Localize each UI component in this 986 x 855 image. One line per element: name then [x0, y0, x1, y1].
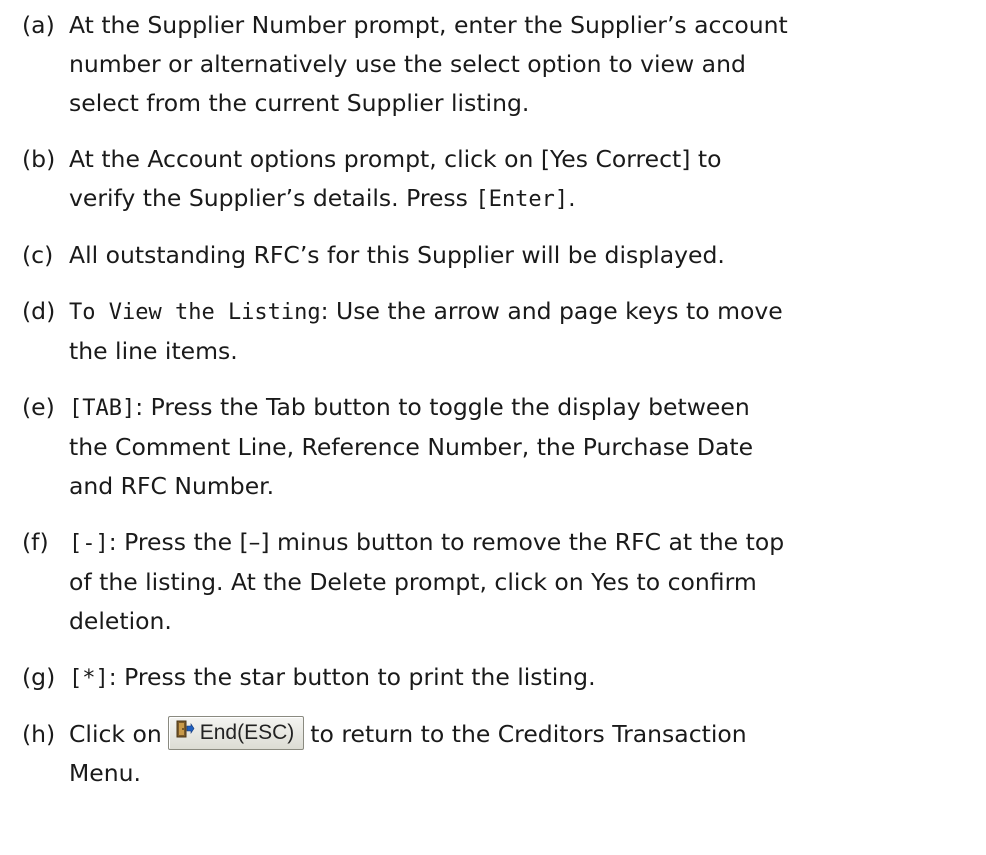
step-f-line-2: of the listing. At the Delete prompt, cl… — [69, 568, 757, 596]
step-marker: (e) — [22, 393, 55, 421]
step-a: (a) At the Supplier Number prompt, enter… — [22, 6, 982, 123]
step-f: (f) [-]: Press the [–] minus button to r… — [22, 523, 982, 641]
view-listing-label: To View the Listing — [69, 300, 321, 325]
step-b-line-2: verify the Supplier’s details. Press — [69, 184, 476, 212]
step-f-line-1: : Press the [–] minus button to remove t… — [108, 528, 785, 556]
step-c: (c) All outstanding RFC’s for this Suppl… — [22, 236, 982, 275]
step-d-line-2: the line items. — [69, 337, 238, 365]
step-a-line-2: number or alternatively use the select o… — [69, 50, 746, 78]
step-g: (g) [*]: Press the star button to print … — [22, 658, 982, 698]
step-b-line-2-end: . — [568, 184, 576, 212]
end-esc-button-label: End(ESC) — [199, 721, 295, 744]
instructions-document: (a) At the Supplier Number prompt, enter… — [22, 6, 982, 810]
step-a-line-1: At the Supplier Number prompt, enter the… — [69, 11, 788, 39]
step-marker: (f) — [22, 528, 49, 556]
step-b: (b) At the Account options prompt, click… — [22, 140, 982, 219]
step-marker: (a) — [22, 11, 55, 39]
step-e-line-1: : Press the Tab button to toggle the dis… — [135, 393, 750, 421]
step-e: (e) [TAB]: Press the Tab button to toggl… — [22, 388, 982, 506]
tab-key-label: [TAB] — [69, 396, 136, 421]
step-h: (h) Click on End(ESC) to return to the Cr… — [22, 715, 982, 793]
step-a-line-3: select from the current Supplier listing… — [69, 89, 530, 117]
end-esc-button[interactable]: End(ESC) — [167, 716, 305, 750]
step-d: (d) To View the Listing: Use the arrow a… — [22, 292, 982, 371]
exit-door-icon — [175, 718, 200, 748]
step-c-line-1: All outstanding RFC’s for this Supplier … — [69, 241, 725, 269]
step-marker: (b) — [22, 145, 56, 173]
star-key-label: [*] — [69, 666, 109, 691]
step-h-line-2: Menu. — [69, 759, 141, 787]
minus-key-label: [-] — [69, 531, 109, 556]
step-e-line-3: and RFC Number. — [69, 472, 275, 500]
step-f-line-3: deletion. — [69, 607, 172, 635]
step-h-line-1-pre: Click on — [69, 720, 162, 748]
step-marker: (d) — [22, 297, 56, 325]
step-g-line-1: : Press the star button to print the lis… — [108, 663, 596, 691]
step-marker: (g) — [22, 663, 56, 691]
step-marker: (h) — [22, 720, 56, 748]
step-marker: (c) — [22, 241, 54, 269]
step-e-line-2: the Comment Line, Reference Number, the … — [69, 433, 754, 461]
step-h-line-1-post: to return to the Creditors Transaction — [310, 720, 747, 748]
enter-key-label: [Enter] — [475, 187, 569, 212]
step-b-line-1: At the Account options prompt, click on … — [69, 145, 722, 173]
step-d-line-1: : Use the arrow and page keys to move — [320, 297, 783, 325]
